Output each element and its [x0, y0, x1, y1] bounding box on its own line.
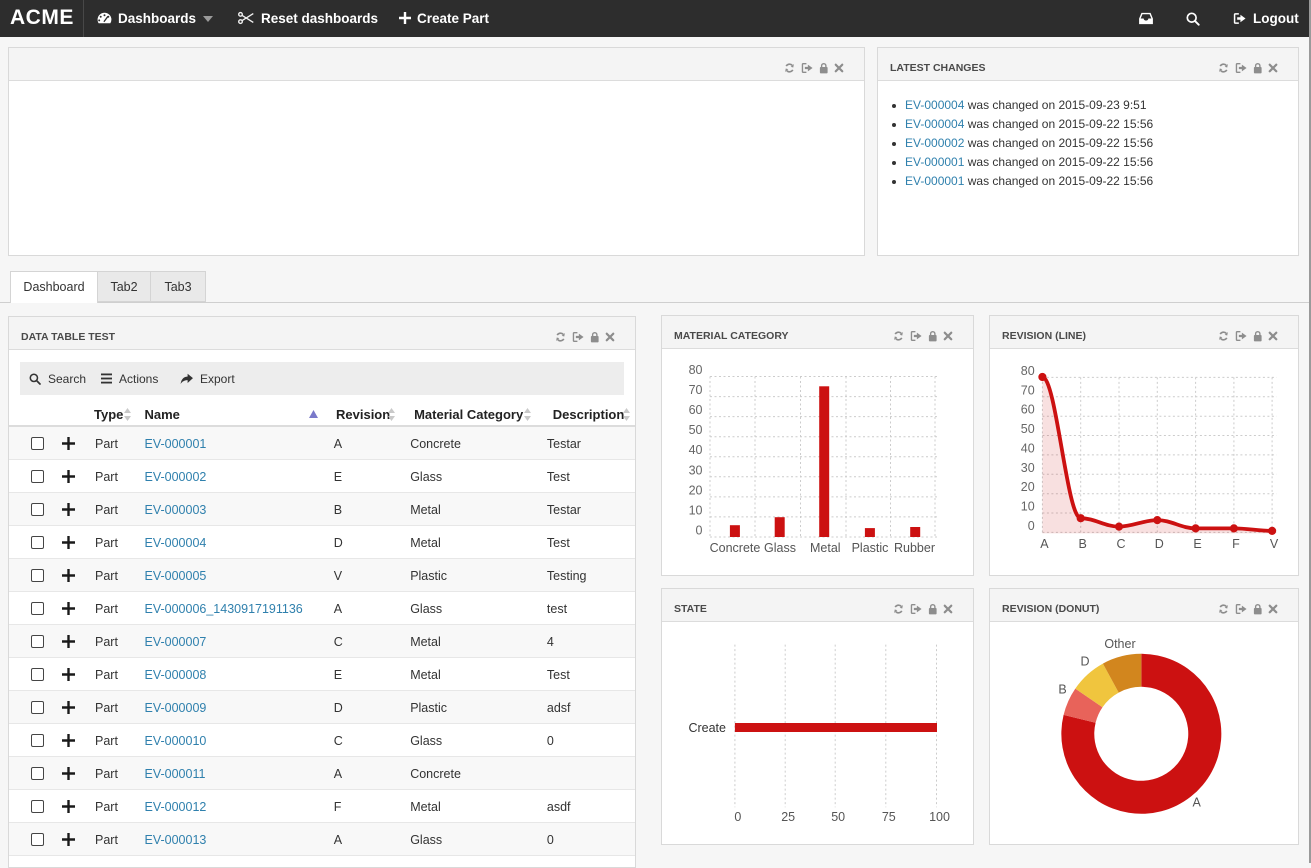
svg-text:60: 60	[1021, 403, 1035, 417]
svg-text:50: 50	[1021, 422, 1035, 436]
svg-text:F: F	[1232, 537, 1240, 551]
svg-text:A: A	[1193, 795, 1202, 809]
svg-text:B: B	[1079, 537, 1087, 551]
svg-text:50: 50	[689, 423, 703, 437]
svg-text:40: 40	[1021, 441, 1035, 455]
svg-text:40: 40	[689, 443, 703, 457]
svg-text:0: 0	[1028, 519, 1035, 533]
svg-text:Create: Create	[688, 721, 726, 735]
svg-text:30: 30	[689, 463, 703, 477]
svg-text:60: 60	[689, 403, 703, 417]
svg-text:80: 80	[689, 363, 703, 377]
svg-text:30: 30	[1021, 461, 1035, 475]
svg-text:20: 20	[1021, 480, 1035, 494]
svg-text:Rubber: Rubber	[894, 541, 935, 555]
svg-text:70: 70	[1021, 383, 1035, 397]
svg-text:E: E	[1193, 537, 1201, 551]
svg-text:D: D	[1155, 537, 1164, 551]
svg-text:100: 100	[929, 810, 950, 824]
svg-text:B: B	[1058, 682, 1066, 696]
svg-text:D: D	[1080, 654, 1089, 668]
svg-text:10: 10	[689, 503, 703, 517]
svg-text:C: C	[1116, 537, 1125, 551]
svg-text:20: 20	[689, 483, 703, 497]
svg-text:Plastic: Plastic	[852, 541, 889, 555]
svg-text:Concrete: Concrete	[710, 541, 761, 555]
svg-text:0: 0	[696, 524, 703, 538]
svg-text:75: 75	[882, 810, 896, 824]
svg-text:80: 80	[1021, 364, 1035, 378]
svg-text:0: 0	[734, 810, 741, 824]
svg-text:25: 25	[781, 810, 795, 824]
svg-text:Other: Other	[1104, 637, 1135, 651]
svg-text:50: 50	[831, 810, 845, 824]
svg-text:70: 70	[689, 383, 703, 397]
svg-text:10: 10	[1021, 500, 1035, 514]
svg-text:A: A	[1040, 537, 1049, 551]
svg-text:Glass: Glass	[764, 541, 796, 555]
svg-text:Metal: Metal	[810, 541, 841, 555]
svg-text:V: V	[1270, 537, 1279, 551]
